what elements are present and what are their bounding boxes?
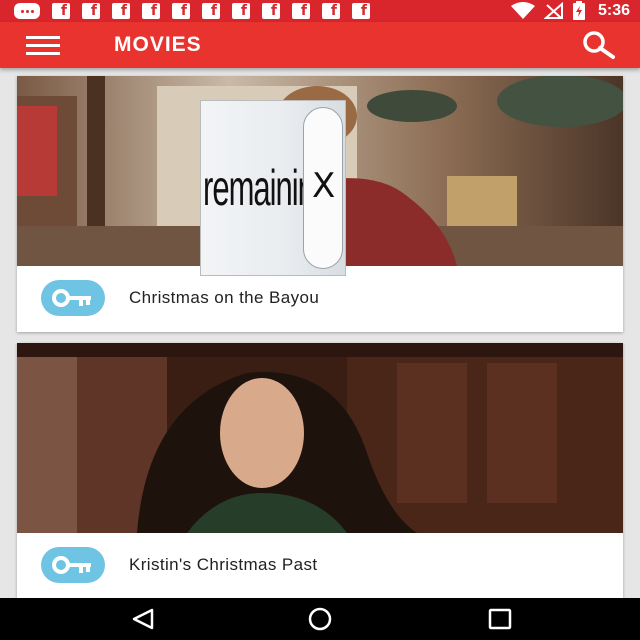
facebook-icon: f	[232, 3, 250, 19]
overlay-ad[interactable]: remaining X	[200, 100, 346, 276]
movie-title[interactable]: Kristin's Christmas Past	[129, 555, 318, 575]
status-time: 5:36	[597, 2, 630, 19]
status-bar: f f f f f f f f f f f 5:36	[0, 0, 640, 22]
recents-square-icon[interactable]	[485, 606, 515, 632]
key-badge[interactable]	[41, 547, 105, 583]
search-icon[interactable]	[580, 30, 616, 60]
home-circle-icon[interactable]	[305, 606, 335, 632]
app-bar: MOVIES	[0, 22, 640, 68]
facebook-icon: f	[52, 3, 70, 19]
wifi-icon	[510, 2, 535, 19]
facebook-icon: f	[262, 3, 280, 19]
no-signal-icon	[543, 2, 563, 19]
facebook-icon: f	[82, 3, 100, 19]
notification-icons: f f f f f f f f f f f	[14, 3, 370, 19]
key-icon	[52, 289, 91, 307]
page-title: MOVIES	[114, 33, 202, 56]
close-icon: X	[312, 166, 336, 206]
ad-close-button[interactable]: X	[303, 107, 343, 269]
card-footer: Kristin's Christmas Past	[17, 533, 623, 599]
facebook-icon: f	[112, 3, 130, 19]
facebook-icon: f	[142, 3, 160, 19]
facebook-icon: f	[322, 3, 340, 19]
movie-title[interactable]: Christmas on the Bayou	[129, 288, 319, 308]
movie-card[interactable]: Kristin's Christmas Past	[17, 343, 623, 601]
facebook-icon: f	[352, 3, 370, 19]
key-badge[interactable]	[41, 280, 105, 316]
navigation-bar	[0, 598, 640, 640]
facebook-icon: f	[172, 3, 190, 19]
back-triangle-icon[interactable]	[128, 606, 158, 632]
battery-charging-icon	[572, 1, 585, 20]
key-icon	[52, 556, 91, 574]
facebook-icon: f	[202, 3, 220, 19]
hamburger-menu-icon[interactable]	[26, 36, 62, 55]
movie-thumbnail[interactable]	[17, 343, 623, 533]
message-icon	[14, 3, 40, 19]
system-icons: 5:36	[510, 0, 630, 22]
facebook-icon: f	[292, 3, 310, 19]
